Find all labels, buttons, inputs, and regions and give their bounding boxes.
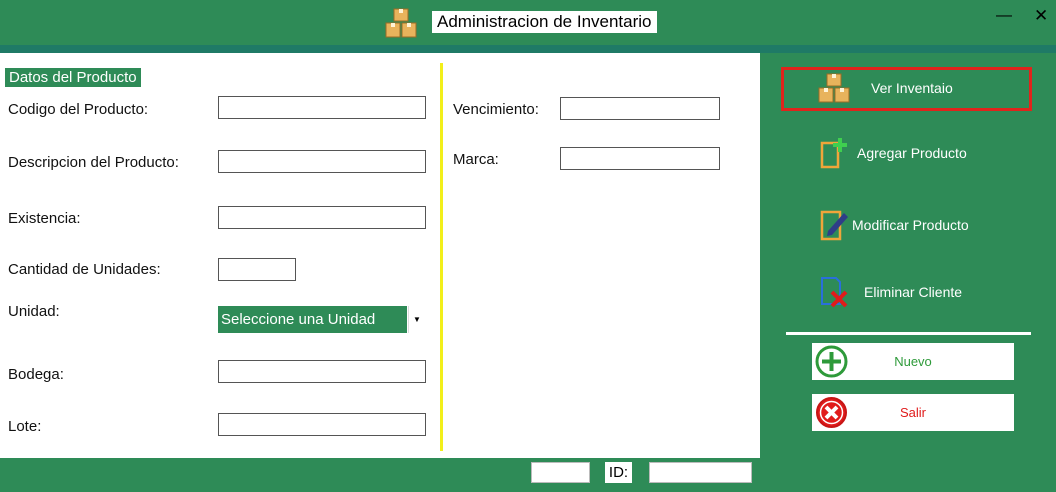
- vencimiento-input[interactable]: [560, 97, 720, 120]
- status-field: [531, 462, 590, 483]
- descripcion-input[interactable]: [218, 150, 426, 173]
- cantidad-label: Cantidad de Unidades:: [8, 261, 161, 278]
- nuevo-button[interactable]: Nuevo: [812, 343, 1014, 380]
- id-field: [649, 462, 752, 483]
- product-form-panel: Datos del Producto Codigo del Producto: …: [0, 53, 760, 458]
- vertical-divider: [440, 63, 443, 451]
- lote-input[interactable]: [218, 413, 426, 436]
- codigo-label: Codigo del Producto:: [8, 101, 149, 118]
- title-divider: [0, 45, 1056, 53]
- boxes-icon: [818, 73, 850, 103]
- ver-inventario-label: Ver Inventaio: [871, 80, 953, 96]
- bodega-input[interactable]: [218, 360, 426, 383]
- cantidad-input[interactable]: [218, 258, 296, 281]
- section-label: Datos del Producto: [5, 68, 141, 87]
- sidebar-separator: [786, 332, 1031, 335]
- descripcion-label: Descripcion del Producto:: [8, 154, 179, 171]
- modificar-producto-label: Modificar Producto: [852, 217, 969, 233]
- delete-document-icon: [821, 277, 848, 308]
- marca-input[interactable]: [560, 147, 720, 170]
- marca-label: Marca:: [453, 151, 499, 168]
- window-title: Administracion de Inventario: [432, 11, 657, 33]
- add-document-icon: [820, 138, 847, 169]
- agregar-producto-button[interactable]: Agregar Producto: [812, 133, 1032, 173]
- lote-label: Lote:: [8, 418, 42, 435]
- codigo-input[interactable]: [218, 96, 426, 119]
- bodega-label: Bodega:: [8, 366, 64, 383]
- eliminar-cliente-label: Eliminar Cliente: [864, 284, 963, 300]
- salir-button[interactable]: Salir: [812, 394, 1014, 431]
- vencimiento-label: Vencimiento:: [453, 101, 539, 118]
- agregar-producto-label: Agregar Producto: [857, 145, 967, 161]
- unidad-label: Unidad:: [8, 303, 60, 320]
- modificar-producto-button[interactable]: Modificar Producto: [812, 205, 1032, 245]
- boxes-icon: [385, 8, 417, 38]
- minimize-button[interactable]: —: [996, 6, 1012, 26]
- title-bar: Administracion de Inventario — ✕: [0, 0, 1056, 45]
- chevron-down-icon[interactable]: ▼: [408, 306, 425, 333]
- salir-label: Salir: [899, 405, 926, 420]
- close-button[interactable]: ✕: [1034, 6, 1048, 26]
- eliminar-cliente-button[interactable]: Eliminar Cliente: [812, 271, 1032, 311]
- existencia-input[interactable]: [218, 206, 426, 229]
- existencia-label: Existencia:: [8, 210, 81, 227]
- id-label: ID:: [605, 462, 632, 483]
- unidad-select[interactable]: Seleccione una Unidad: [218, 306, 407, 333]
- edit-document-icon: [820, 210, 848, 241]
- ver-inventario-button[interactable]: Ver Inventaio: [781, 67, 1032, 111]
- nuevo-label: Nuevo: [894, 354, 932, 369]
